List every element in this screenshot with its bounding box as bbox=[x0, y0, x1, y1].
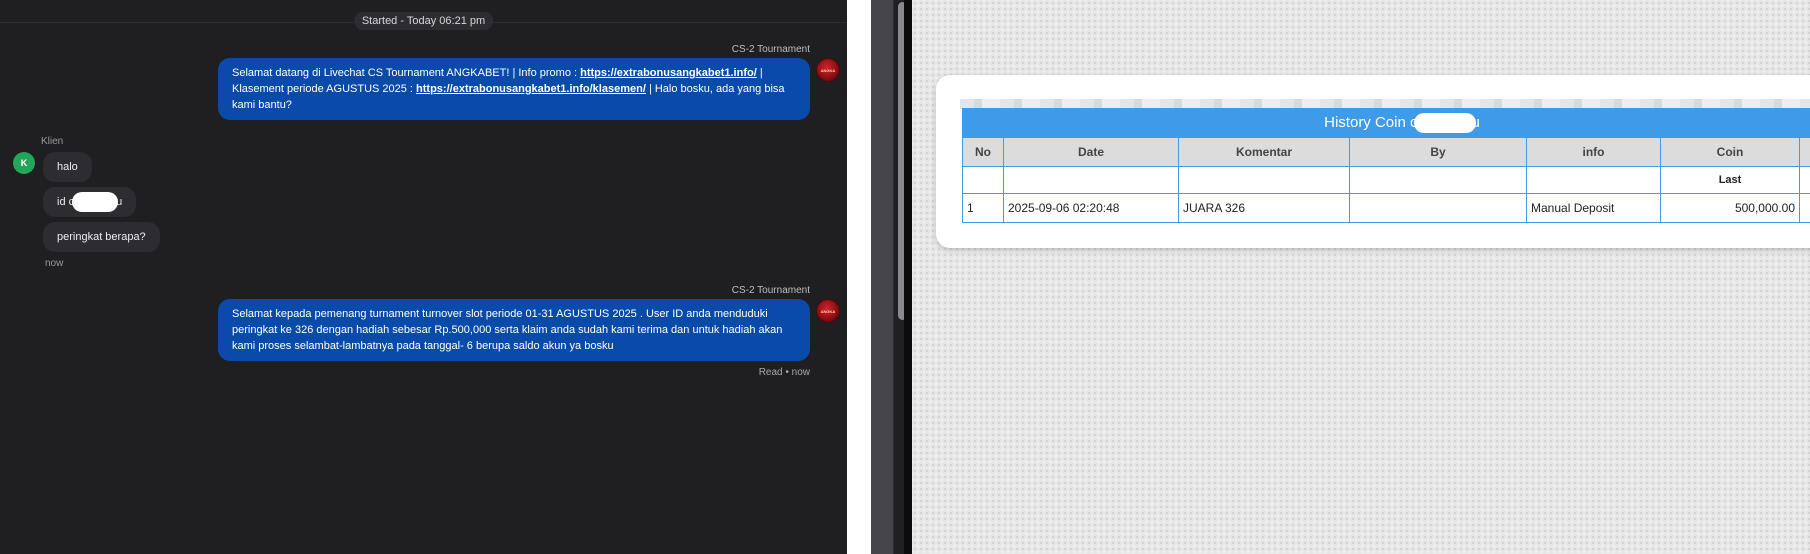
table-row: 1 2025-09-06 02:20:48 JUARA 326 Manual D… bbox=[962, 193, 1810, 223]
cell-date: 2025-09-06 02:20:48 bbox=[1003, 193, 1179, 223]
client-message-bubble: peringkat berapa? bbox=[43, 222, 160, 252]
column-header-no[interactable]: No bbox=[962, 137, 1004, 167]
history-title: History Coin c u bbox=[962, 108, 1810, 137]
redaction-mask bbox=[1413, 113, 1476, 134]
table-cell bbox=[1526, 166, 1661, 194]
agent-name: CS-2 Tournament bbox=[731, 44, 810, 55]
table-subheader-row: Last bbox=[962, 166, 1810, 194]
client-name: Klien bbox=[41, 136, 64, 147]
table-header-row: No Date Komentar By info Coin bbox=[962, 137, 1810, 167]
column-header-coin[interactable]: Coin bbox=[1660, 137, 1800, 167]
client-message-bubble: id cu bbox=[43, 187, 137, 217]
cell-by bbox=[1349, 193, 1527, 223]
cell-no: 1 bbox=[962, 193, 1004, 223]
client-avatar: K bbox=[13, 152, 35, 174]
avatar-logo-text: ANGKA bbox=[820, 67, 836, 73]
agent-message-bubble: Selamat datang di Livechat CS Tournament… bbox=[218, 58, 810, 120]
message-timestamp: now bbox=[45, 258, 64, 269]
panel-edge bbox=[904, 0, 912, 554]
table-cell bbox=[1799, 166, 1810, 194]
agent-avatar: ANGKA bbox=[817, 300, 839, 322]
agent-message-bubble: Selamat kepada pemenang turnament turnov… bbox=[218, 299, 810, 361]
chat-started-label: Started - Today 06:21 pm bbox=[353, 12, 494, 30]
title-text: History Coin c bbox=[1324, 114, 1418, 131]
redaction-mask bbox=[72, 192, 119, 213]
coin-last-label: Last bbox=[1660, 166, 1800, 194]
message-text: u bbox=[116, 196, 123, 208]
table-cell bbox=[962, 166, 1004, 194]
agent-avatar: ANGKA bbox=[817, 59, 839, 81]
column-header-komentar[interactable]: Komentar bbox=[1178, 137, 1350, 167]
cell-komentar: JUARA 326 bbox=[1178, 193, 1350, 223]
table-cell bbox=[1349, 166, 1527, 194]
agent-name: CS-2 Tournament bbox=[731, 285, 810, 296]
column-header-date[interactable]: Date bbox=[1003, 137, 1179, 167]
panel-gap bbox=[847, 0, 871, 554]
klasemen-link[interactable]: https://extrabonusangkabet1.info/klaseme… bbox=[416, 83, 646, 95]
table-cell bbox=[1178, 166, 1350, 194]
table-cell bbox=[1799, 193, 1810, 223]
promo-link[interactable]: https://extrabonusangkabet1.info/ bbox=[580, 67, 757, 79]
history-card: History Coin c u No Date Komentar By info… bbox=[936, 75, 1810, 248]
avatar-logo-text: ANGKA bbox=[820, 308, 836, 314]
column-header-by[interactable]: By bbox=[1349, 137, 1527, 167]
column-header-extra bbox=[1799, 137, 1810, 167]
history-table: No Date Komentar By info Coin Last 1 202… bbox=[962, 137, 1810, 223]
client-message-bubble: halo bbox=[43, 152, 92, 182]
column-header-info[interactable]: info bbox=[1526, 137, 1661, 167]
cell-info: Manual Deposit bbox=[1526, 193, 1661, 223]
table-cell bbox=[1003, 166, 1179, 194]
chat-panel: Started - Today 06:21 pm CS-2 Tournament… bbox=[0, 0, 847, 554]
title-text: u bbox=[1471, 114, 1480, 131]
message-text: Selamat datang di Livechat CS Tournament… bbox=[232, 67, 581, 79]
chat-start-divider: Started - Today 06:21 pm bbox=[0, 12, 847, 32]
read-status: Read • now bbox=[758, 367, 810, 378]
cell-coin: 500,000.00 bbox=[1660, 193, 1800, 223]
